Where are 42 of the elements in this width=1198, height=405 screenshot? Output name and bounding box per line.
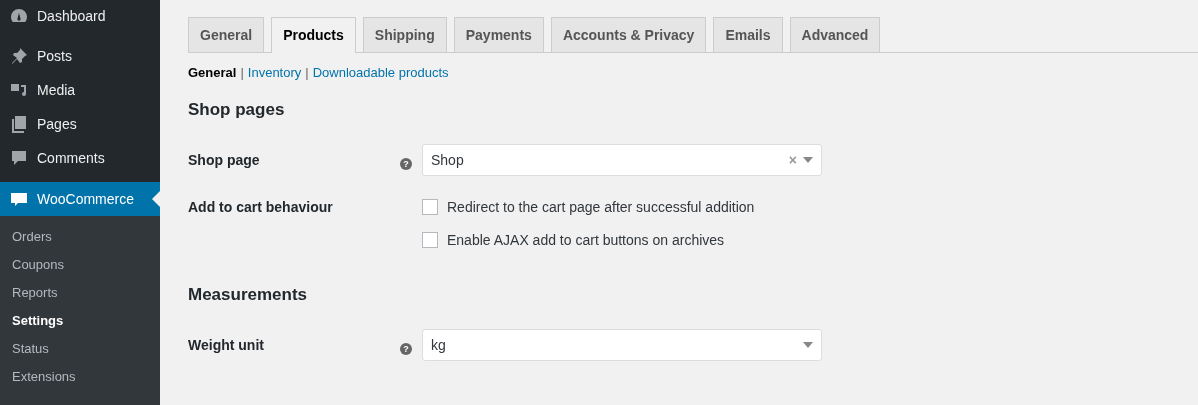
tab[interactable]: Shipping bbox=[362, 17, 447, 52]
field-label: Weight unit bbox=[188, 336, 265, 355]
subnav-link[interactable]: General bbox=[188, 65, 237, 80]
subnav-link[interactable]: Downloadable products bbox=[312, 65, 449, 80]
menu-item[interactable]: Comments bbox=[0, 144, 160, 172]
menu-item[interactable]: Media bbox=[0, 76, 160, 104]
caret-icon bbox=[803, 342, 813, 348]
submenu-item[interactable]: Coupons bbox=[0, 251, 160, 279]
section-heading: Measurements bbox=[188, 285, 309, 305]
submenu-item[interactable]: Orders bbox=[0, 223, 160, 251]
help-icon[interactable]: ? bbox=[400, 158, 412, 170]
separator: | bbox=[240, 65, 244, 80]
submenu-item[interactable]: Settings bbox=[0, 307, 160, 335]
menu-item[interactable]: Dashboard bbox=[0, 2, 160, 30]
submenu-item[interactable]: Extensions bbox=[0, 363, 160, 391]
select-field[interactable]: Shop × bbox=[422, 144, 822, 176]
select-field[interactable]: kg bbox=[422, 329, 822, 361]
tab[interactable]: Emails bbox=[713, 17, 783, 52]
checkbox-label: Redirect to the cart page after successful addition bbox=[447, 199, 755, 215]
menu-item[interactable]: Posts bbox=[0, 42, 160, 70]
tab[interactable]: Products bbox=[271, 17, 356, 53]
caret-icon bbox=[803, 157, 813, 163]
tab[interactable]: Advanced bbox=[789, 17, 881, 52]
separator: | bbox=[305, 65, 309, 80]
comment-icon bbox=[9, 148, 29, 168]
checkbox[interactable] bbox=[422, 199, 438, 215]
submenu-item[interactable]: Reports bbox=[0, 279, 160, 307]
tab[interactable]: Payments bbox=[453, 17, 544, 52]
field-label: Shop page bbox=[188, 151, 261, 170]
pin-icon bbox=[9, 46, 29, 66]
tab[interactable]: General bbox=[188, 17, 265, 52]
field-label: Add to cart behaviour bbox=[188, 198, 334, 217]
help-icon[interactable]: ? bbox=[400, 343, 412, 355]
submenu-item[interactable]: Status bbox=[0, 335, 160, 363]
pages-icon bbox=[9, 114, 29, 134]
menu-item[interactable]: WooCommerce bbox=[0, 182, 160, 216]
checkbox[interactable] bbox=[422, 232, 438, 248]
subnav-link[interactable]: Inventory bbox=[247, 65, 302, 80]
menu-item[interactable]: Pages bbox=[0, 110, 160, 138]
tab[interactable]: Accounts & Privacy bbox=[550, 17, 707, 52]
section-heading: Shop pages bbox=[188, 100, 286, 120]
checkbox-label: Enable AJAX add to cart buttons on archives bbox=[447, 232, 725, 248]
